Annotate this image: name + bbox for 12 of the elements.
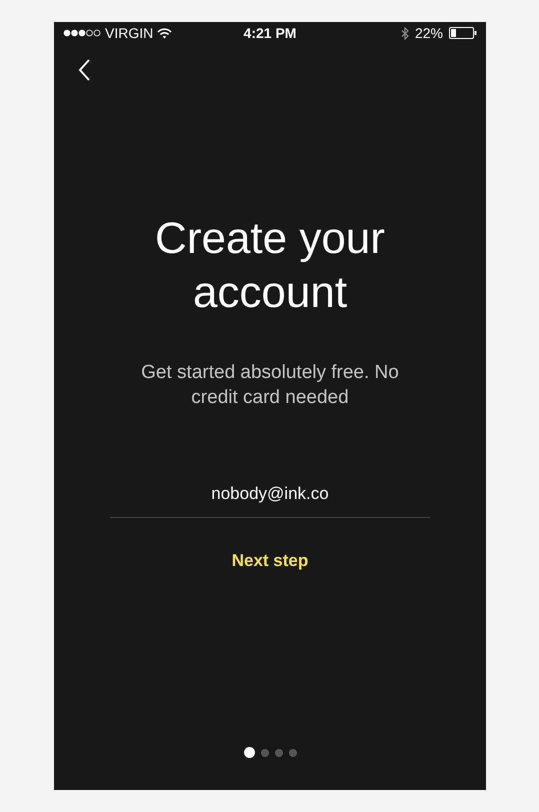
carrier-name: VIRGIN (105, 24, 154, 42)
battery-icon (448, 27, 477, 39)
wifi-icon (157, 28, 172, 38)
bluetooth-icon (400, 26, 409, 40)
back-icon (78, 59, 90, 81)
signal-icon (63, 29, 101, 37)
status-time: 4:21 PM (244, 24, 296, 42)
page-title: Create your account (154, 213, 386, 319)
next-step-button[interactable]: Next step (224, 542, 316, 580)
battery-percent: 22% (414, 24, 443, 42)
subtitle-text: Get started absolutely free. No credit card needed (140, 361, 400, 410)
email-field[interactable]: nobody@ink.co (110, 470, 430, 518)
